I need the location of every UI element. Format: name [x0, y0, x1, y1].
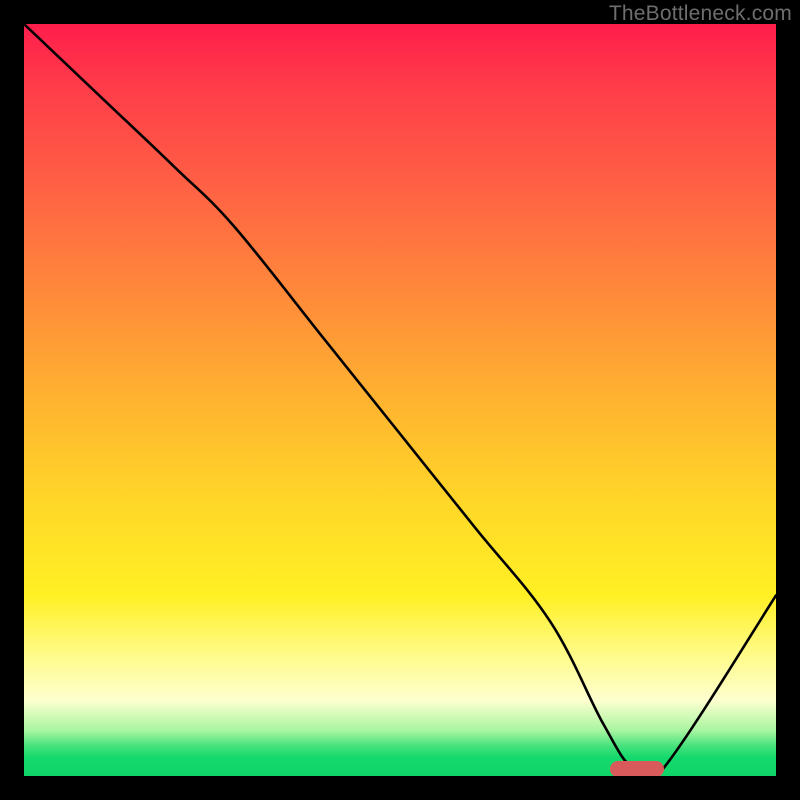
plot-area [24, 24, 776, 776]
optimal-range-marker [610, 761, 664, 777]
watermark-label: TheBottleneck.com [609, 2, 792, 26]
chart-frame: TheBottleneck.com [0, 0, 800, 800]
bottleneck-curve [24, 24, 776, 776]
